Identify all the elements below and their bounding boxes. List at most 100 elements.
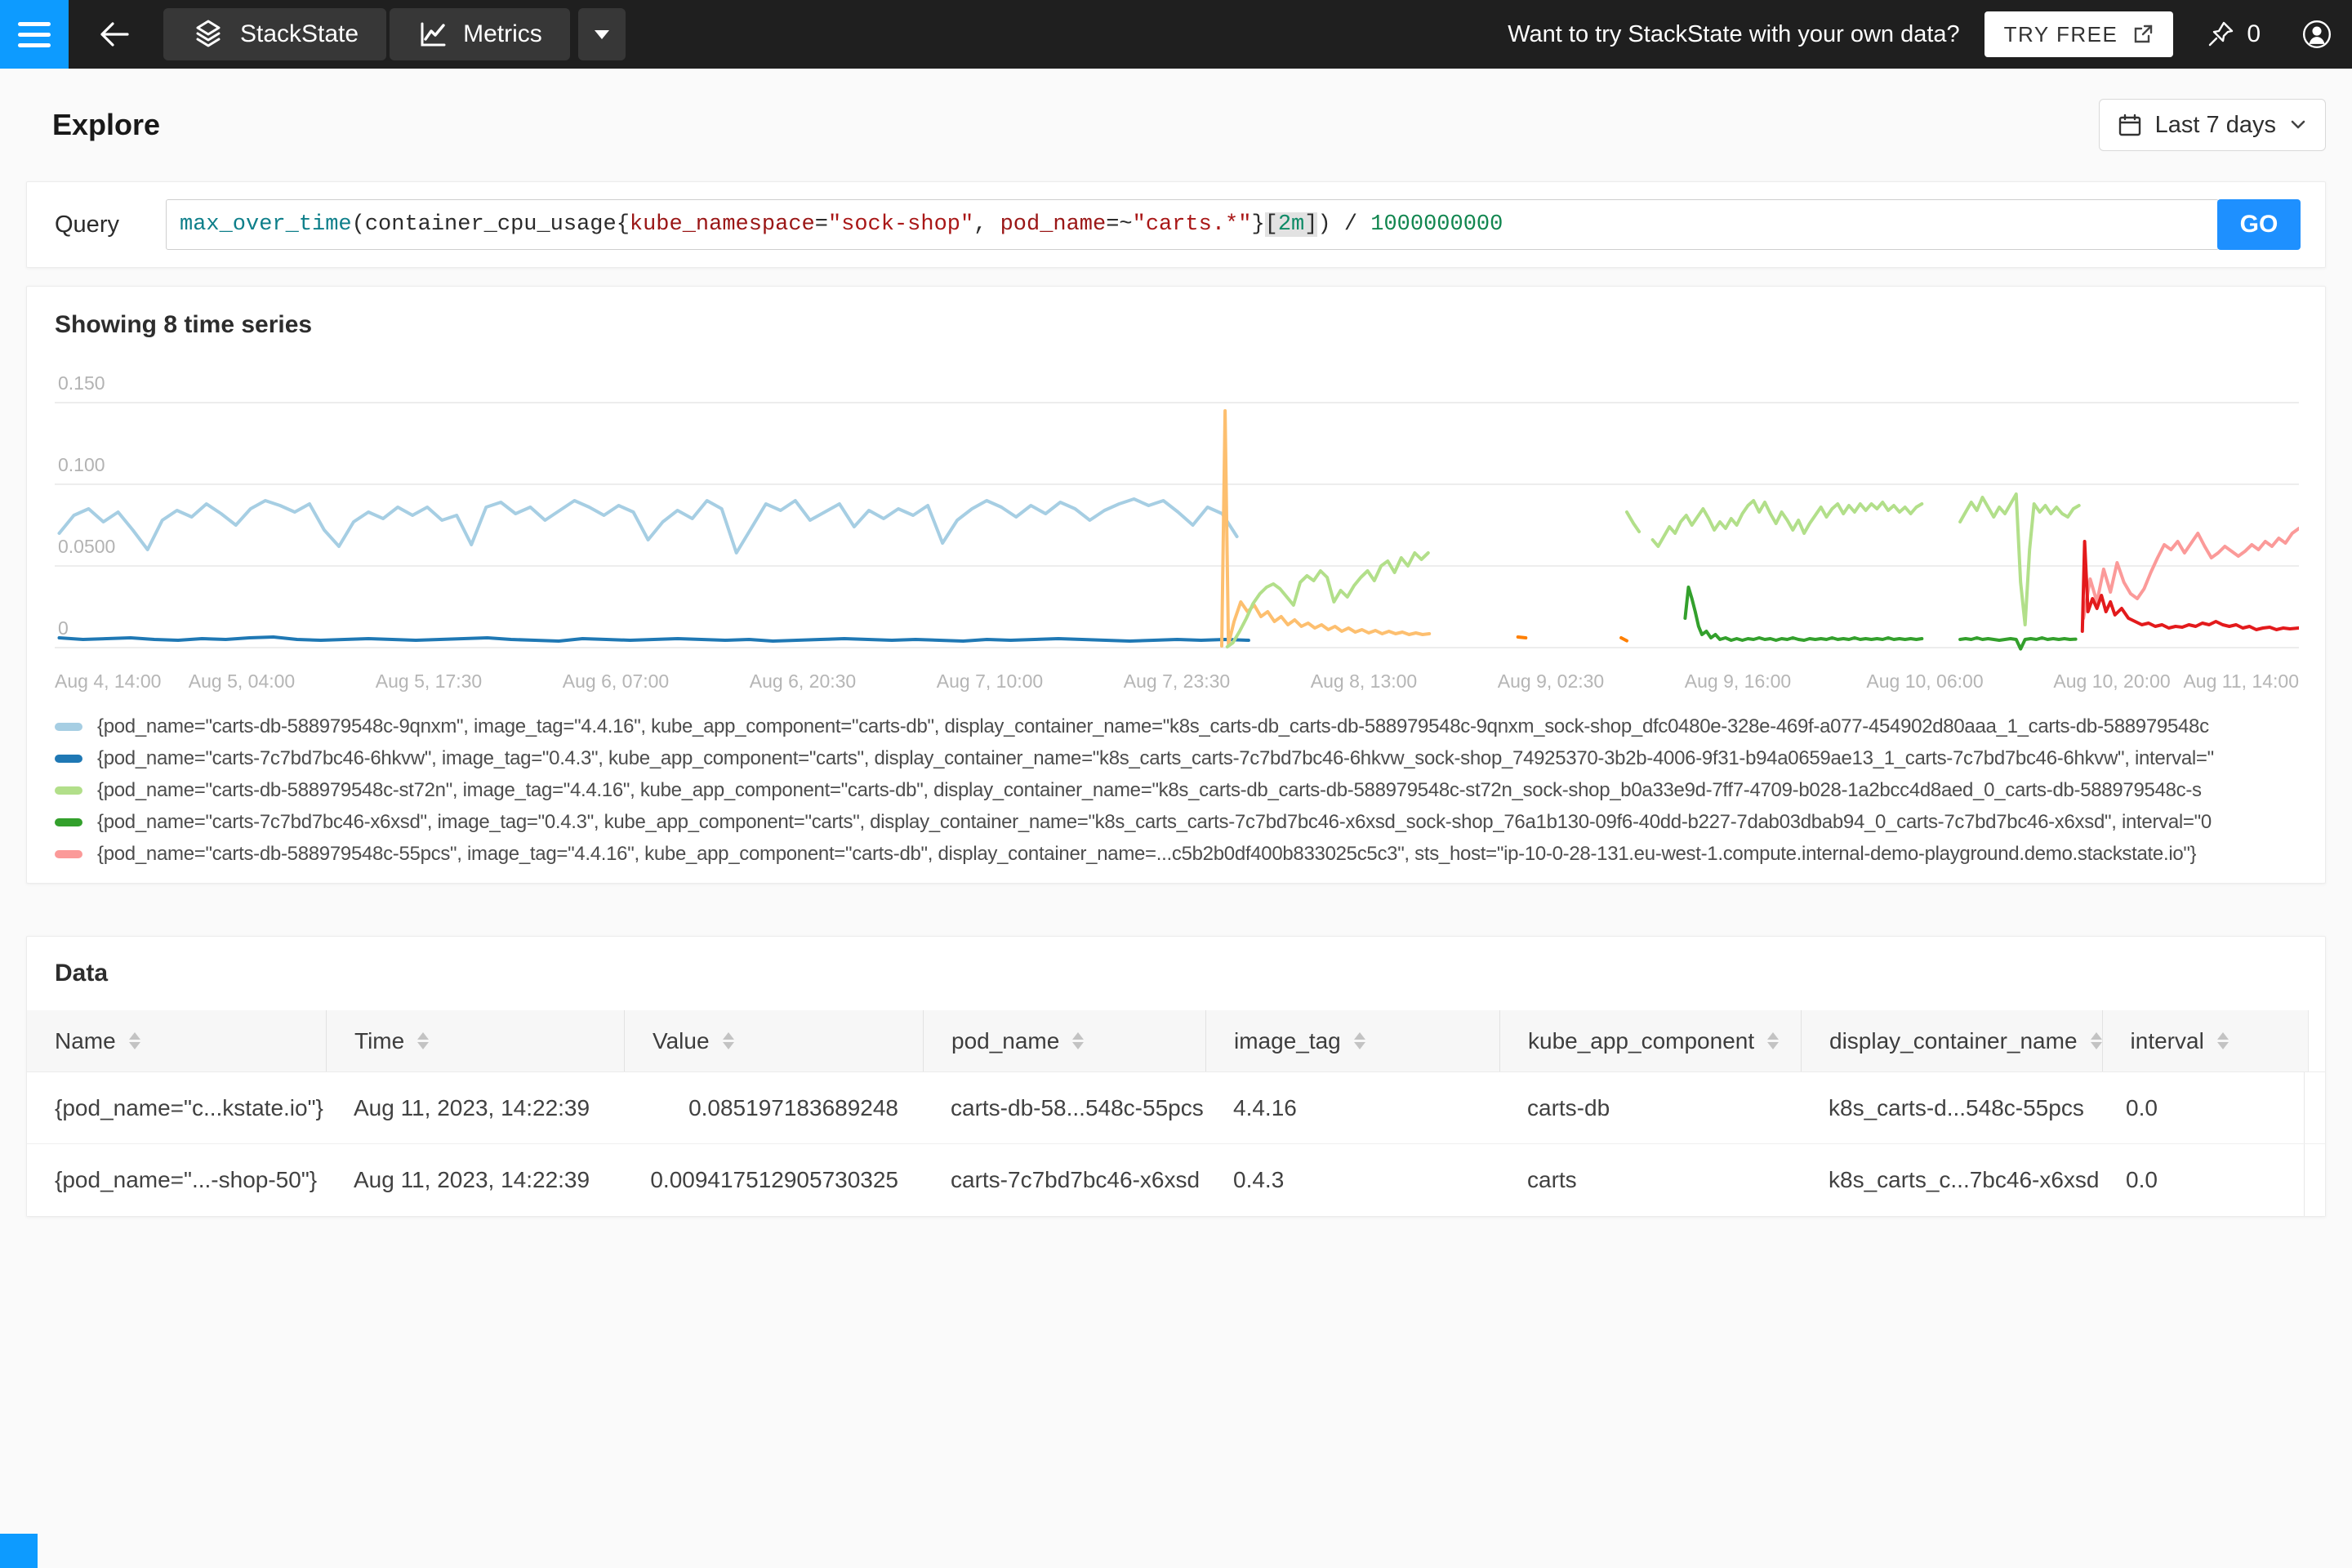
series-series-orange-dots: [1619, 636, 1628, 643]
bottom-left-widget-button[interactable]: [0, 1534, 38, 1568]
legend-text: {pod_name="carts-7c7bd7bc46-x6xsd", imag…: [97, 812, 2212, 833]
column-header-image-tag[interactable]: image_tag: [1205, 1010, 1499, 1071]
tab-metrics-label: Metrics: [463, 20, 542, 47]
query-token: pod_name: [1000, 212, 1107, 237]
query-token: 1000000000: [1370, 212, 1503, 237]
column-label: pod_name: [951, 1027, 1060, 1054]
stackstate-logo-icon: [196, 20, 220, 47]
x-tick-label: Aug 6, 07:00: [562, 670, 670, 692]
series-series-red: [2080, 540, 2299, 633]
chart-plot-area[interactable]: 0.150 0.100 0.0500 0: [55, 363, 2299, 657]
y-tick-label: 0.0500: [58, 536, 115, 557]
legend-swatch: [55, 818, 82, 826]
table-header-row: Name Time Value pod_name image_tag kube_app_c…: [27, 1010, 2325, 1072]
sort-icon: [1767, 1032, 1780, 1049]
column-label: interval: [2130, 1027, 2204, 1054]
series-carts-db-588979548c-55pcs: [2082, 527, 2299, 620]
pin-count-badge: 0: [2247, 20, 2261, 47]
go-button[interactable]: GO: [2217, 199, 2301, 250]
chart-panel: Showing 8 time series 0.150 0.100 0.0500 0 …: [26, 286, 2326, 884]
column-header-time[interactable]: Time: [326, 1010, 624, 1071]
series-series-orange-dots: [1516, 635, 1528, 639]
time-range-label: Last 7 days: [2154, 111, 2276, 138]
query-token: ) /: [1317, 212, 1371, 237]
user-avatar-button[interactable]: [2296, 14, 2337, 55]
table-right-gutter: [2304, 1072, 2325, 1143]
hamburger-menu-button[interactable]: [0, 0, 69, 69]
legend-text: {pod_name="carts-db-588979548c-st72n", i…: [97, 780, 2202, 801]
query-input[interactable]: max_over_time(container_cpu_usage{kube_n…: [166, 199, 2219, 250]
legend-text: {pod_name="carts-7c7bd7bc46-6hkvw", imag…: [97, 748, 2214, 769]
caret-down-icon: [594, 29, 609, 39]
y-tick-label: 0.150: [58, 372, 105, 394]
chevron-down-icon: [2291, 120, 2305, 129]
series-carts-7c7bd7bc46-x6xsd: [1683, 586, 1924, 642]
table-body: {pod_name="c...kstate.io"} Aug 11, 2023, …: [27, 1072, 2325, 1216]
view-tabs: StackState Metrics: [163, 8, 626, 60]
sort-icon: [2216, 1032, 2229, 1049]
cell-time: Aug 11, 2023, 14:22:39: [354, 1167, 590, 1192]
page-header: Explore Last 7 days: [0, 69, 2352, 181]
y-tick-label: 0: [58, 617, 69, 639]
tab-metrics[interactable]: Metrics: [390, 8, 570, 60]
hamburger-icon: [18, 21, 51, 26]
table-right-gutter: [2304, 1144, 2325, 1216]
back-button[interactable]: [90, 10, 139, 59]
column-header-display-container-name[interactable]: display_container_name: [1801, 1010, 2102, 1071]
legend-item: {pod_name="carts-7c7bd7bc46-6hkvw", imag…: [55, 748, 2297, 769]
metrics-chart-icon: [421, 22, 446, 47]
legend-swatch: [55, 786, 82, 795]
x-tick-label: Aug 5, 17:30: [375, 670, 483, 692]
cell-value: 0.009417512905730325: [650, 1167, 898, 1192]
sort-icon: [417, 1032, 430, 1049]
chart-legend: {pod_name="carts-db-588979548c-9qnxm", i…: [55, 716, 2297, 870]
cell-name: {pod_name="...-shop-50"}: [55, 1167, 318, 1192]
column-header-kube-app-component[interactable]: kube_app_component: [1499, 1010, 1801, 1071]
cell-kube-app-component: carts-db: [1527, 1094, 1610, 1120]
topbar: StackState Metrics Want to try StackStat…: [0, 0, 2352, 69]
pinned-items[interactable]: 0: [2206, 20, 2261, 49]
cell-kube-app-component: carts: [1527, 1167, 1577, 1192]
cell-pod-name: carts-db-58...548c-55pcs: [951, 1094, 1204, 1120]
column-header-name[interactable]: Name: [27, 1010, 326, 1071]
sort-icon: [128, 1032, 140, 1049]
query-label: Query: [55, 211, 119, 238]
promo-text: Want to try StackState with your own dat…: [1508, 20, 1960, 47]
try-free-label: TRY FREE: [2003, 21, 2118, 47]
hamburger-icon: [18, 42, 51, 47]
try-free-button[interactable]: TRY FREE: [1984, 11, 2174, 57]
x-tick-label: Aug 9, 02:30: [1497, 670, 1605, 692]
query-token: {: [616, 212, 630, 237]
time-range-picker[interactable]: Last 7 days: [2098, 99, 2326, 151]
tab-stackstate[interactable]: StackState: [163, 8, 387, 60]
sort-icon: [1072, 1032, 1085, 1049]
column-header-pod-name[interactable]: pod_name: [923, 1010, 1205, 1071]
x-tick-label: Aug 4, 14:00: [55, 670, 162, 692]
query-token: =: [814, 212, 828, 237]
x-tick-label: Aug 6, 20:30: [749, 670, 857, 692]
legend-swatch: [55, 723, 82, 731]
query-token: (: [351, 212, 365, 237]
column-header-interval[interactable]: interval: [2101, 1010, 2308, 1071]
tab-stackstate-label: StackState: [240, 20, 359, 47]
cell-display-container-name: k8s_carts-d...548c-55pcs: [1829, 1094, 2084, 1120]
query-token: max_over_time: [180, 212, 352, 237]
avatar-icon: [2302, 20, 2332, 49]
table-right-gutter: [2307, 1010, 2325, 1071]
series-carts-db-588979548c-st72n: [1650, 499, 1924, 548]
main-content: Query max_over_time(container_cpu_usage{…: [0, 181, 2352, 1217]
x-axis: Aug 4, 14:00 Aug 5, 04:00 Aug 5, 17:30 Aug …: [55, 667, 2299, 703]
x-tick-label: Aug 7, 23:30: [1123, 670, 1231, 692]
column-label: Name: [55, 1027, 116, 1054]
column-header-value[interactable]: Value: [624, 1010, 923, 1071]
series-carts-7c7bd7bc46-6hkvw: [57, 635, 1250, 643]
tab-dropdown-button[interactable]: [577, 8, 626, 60]
cell-display-container-name: k8s_carts_c...7bc46-x6xsd: [1829, 1167, 2098, 1192]
x-tick-label: Aug 5, 04:00: [188, 670, 296, 692]
query-token: "carts.*": [1132, 212, 1252, 237]
query-token: 2m: [1277, 212, 1305, 237]
query-token: =~: [1106, 212, 1133, 237]
x-tick-label: Aug 9, 16:00: [1684, 670, 1792, 692]
query-token: ]: [1304, 212, 1318, 237]
timeseries-chart: 0.150 0.100 0.0500 0 Aug 4, 14:00 Aug 5, 04:…: [55, 363, 2299, 703]
